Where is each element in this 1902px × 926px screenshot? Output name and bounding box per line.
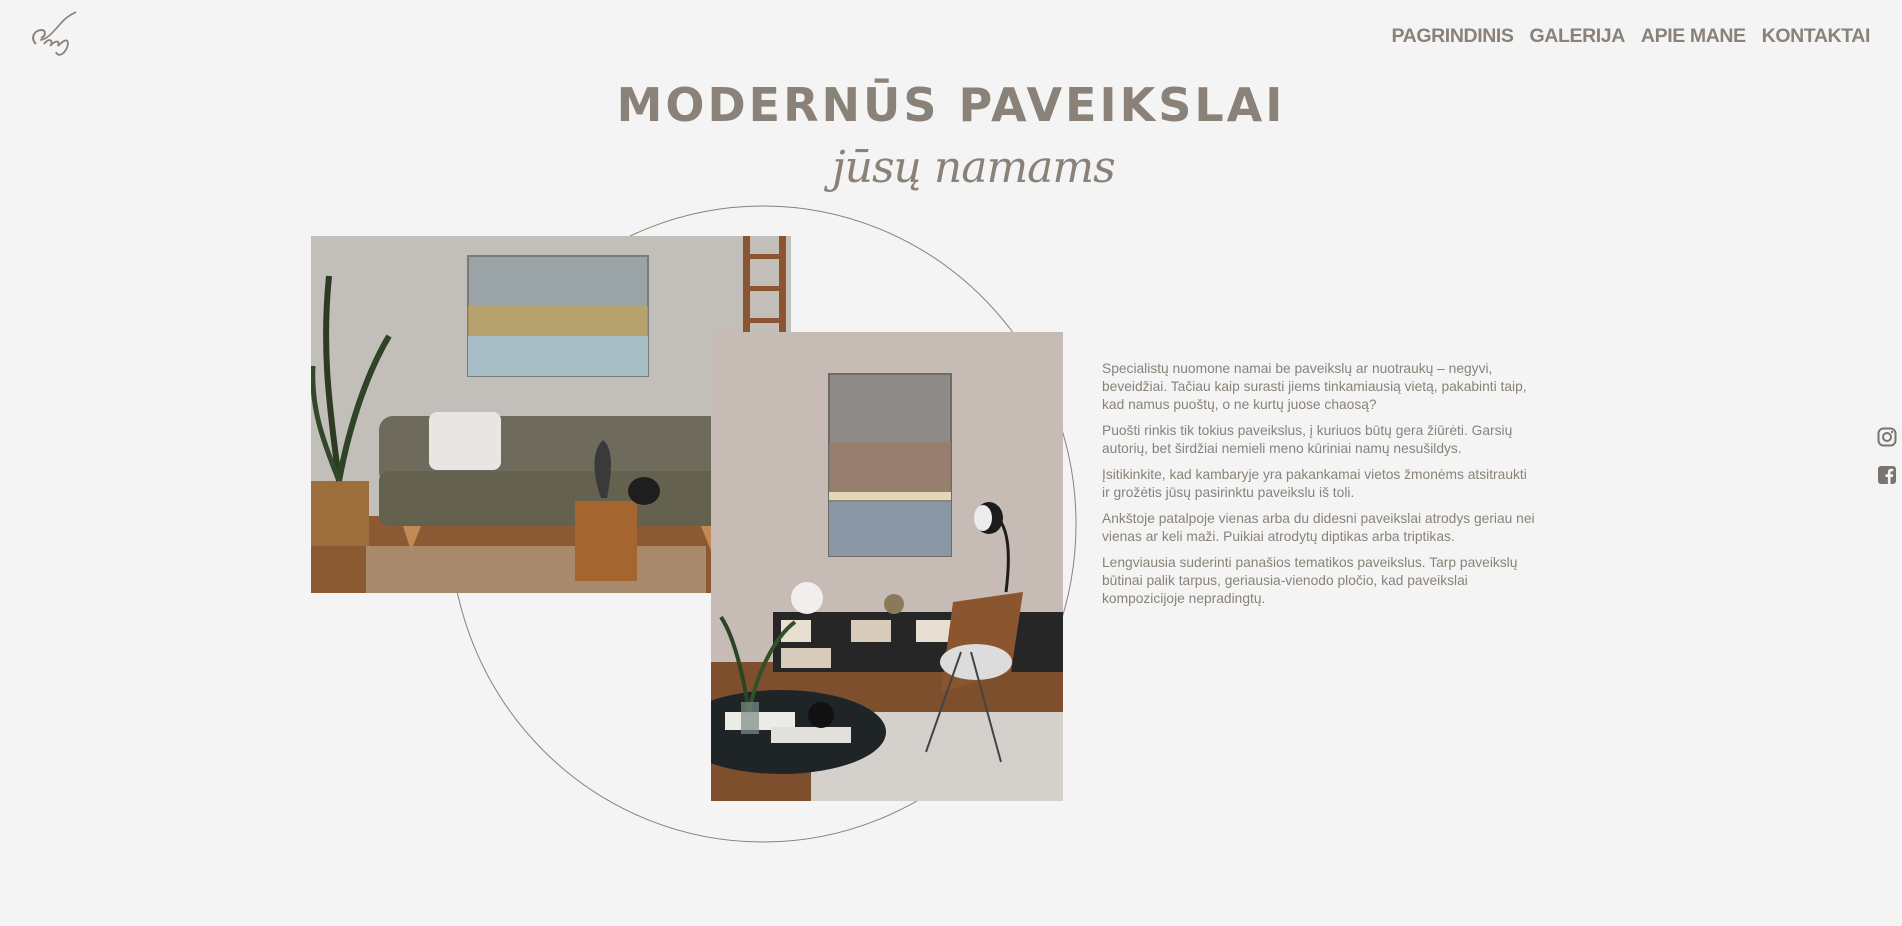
nav-item-galerija[interactable]: GALERIJA [1530, 25, 1626, 48]
intro-paragraph: Lengviausia suderinti panašios tematikos… [1102, 555, 1518, 606]
intro-text: Specialistų nuomone namai be paveikslų a… [1102, 360, 1537, 616]
page-title: MODERNŪS PAVEIKSLAI [616, 78, 1286, 132]
nav-item-kontaktai[interactable]: KONTAKTAI [1762, 25, 1871, 48]
intro-paragraph: Ankštoje patalpoje vienas arba du didesn… [1102, 511, 1535, 544]
facebook-icon[interactable] [1877, 465, 1897, 485]
intro-paragraph: Puošti rinkis tik tokius paveikslus, į k… [1102, 423, 1513, 456]
instagram-icon[interactable] [1877, 427, 1897, 447]
reading-corner-photo [711, 332, 1063, 801]
main-nav: PAGRINDINIS GALERIJA APIE MANE KONTAKTAI [1392, 25, 1871, 48]
intro-paragraph: Specialistų nuomone namai be paveikslų a… [1102, 361, 1527, 412]
social-links [1877, 427, 1897, 485]
intro-paragraph: Įsitikinkite, kad kambaryje yra pakankam… [1102, 467, 1527, 500]
nav-item-pagrindinis[interactable]: PAGRINDINIS [1392, 25, 1514, 48]
nav-item-apie-mane[interactable]: APIE MANE [1641, 25, 1746, 48]
logo[interactable] [28, 10, 80, 60]
page-subtitle: jūsų namams [832, 142, 1116, 193]
